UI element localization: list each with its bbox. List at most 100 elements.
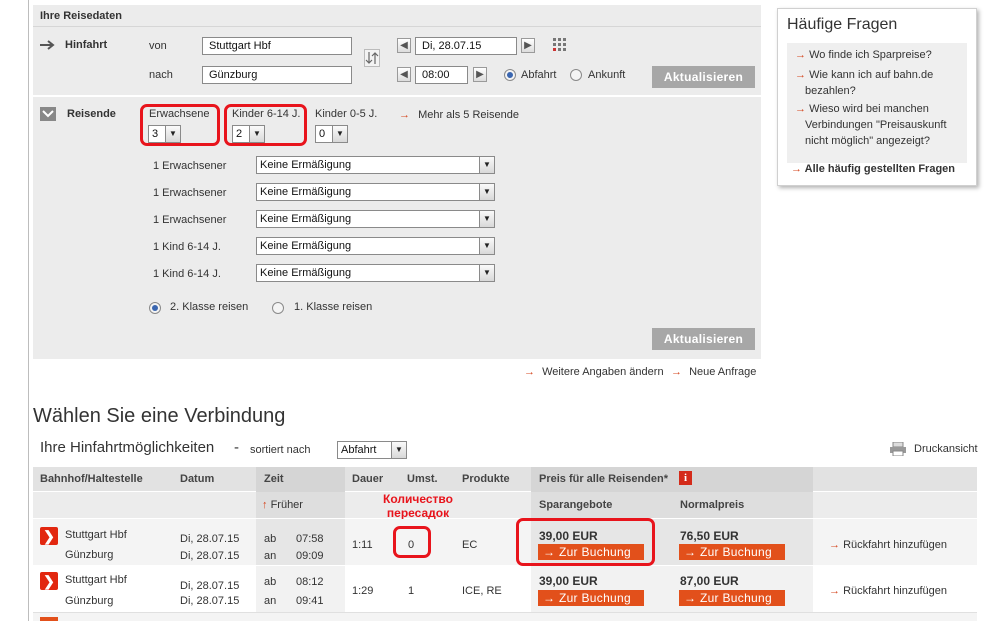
station-to: Günzburg: [65, 595, 114, 607]
arrow-right-icon: →: [795, 69, 806, 81]
time-next-button[interactable]: ▶: [473, 67, 487, 82]
book-spar-button[interactable]: → Zur Buchung: [538, 590, 644, 606]
mehr-reisende-link[interactable]: → Mehr als 5 Reisende: [399, 109, 519, 121]
train-icon: ❯: [40, 527, 58, 545]
discount-select[interactable]: Keine Ermäßigung ▼: [256, 237, 495, 255]
station-from: Stuttgart Hbf: [65, 529, 127, 541]
date-from: Di, 28.07.15: [180, 533, 240, 545]
arrow-right-icon: →: [795, 103, 806, 115]
table-row[interactable]: ❯ Stuttgart Hbf Günzburg Di, 28.07.15 Di…: [33, 519, 977, 565]
arrow-right-icon: →: [524, 366, 535, 378]
faq-list: → Wo finde ich Sparpreise? → Wie kann ic…: [787, 43, 967, 163]
station-to: Günzburg: [65, 549, 114, 561]
results-dash: -: [234, 439, 239, 456]
spar-price: 39,00 EUR: [539, 574, 598, 588]
swap-stations-icon[interactable]: [364, 49, 380, 67]
book-normal-button[interactable]: → Zur Buchung: [679, 544, 785, 560]
info-icon[interactable]: i: [679, 471, 692, 485]
aktualisieren-button-top[interactable]: Aktualisieren: [652, 66, 755, 88]
faq-box: Häufige Fragen → Wo finde ich Sparpreise…: [777, 8, 977, 186]
druckansicht-link[interactable]: Druckansicht: [914, 443, 978, 455]
traveler-label: 1 Kind 6-14 J.: [153, 241, 221, 253]
ab-label: ab: [264, 576, 277, 588]
von-input[interactable]: Stuttgart Hbf: [202, 37, 352, 55]
normal-price: 76,50 EUR: [680, 529, 739, 543]
chevron-down-icon: ▼: [479, 265, 494, 281]
highlight-kinder: [224, 104, 307, 146]
discount-select[interactable]: Keine Ermäßigung ▼: [256, 210, 495, 228]
aktualisieren-button-bottom[interactable]: Aktualisieren: [652, 328, 755, 350]
traveler-label: 1 Erwachsener: [153, 214, 227, 226]
time-input[interactable]: 08:00: [415, 66, 468, 84]
date-input[interactable]: Di, 28.07.15: [415, 37, 517, 55]
reisende-label: Reisende: [67, 108, 116, 120]
klasse2-radio[interactable]: [149, 302, 161, 314]
umst: 1: [408, 585, 415, 597]
klasse1-radio[interactable]: [272, 302, 284, 314]
collapse-icon[interactable]: [40, 107, 56, 121]
neue-anfrage-link[interactable]: → Neue Anfrage: [671, 366, 756, 378]
table-row[interactable]: ❯ Stuttgart Hbf Günzburg Di, 28.07.15 Di…: [33, 566, 977, 612]
date-next-button[interactable]: ▶: [521, 38, 535, 53]
faq-title: Häufige Fragen: [787, 16, 898, 33]
date-to: Di, 28.07.15: [180, 550, 240, 562]
ankunft-label: Ankunft: [588, 69, 626, 81]
arrow-right-icon: →: [829, 539, 840, 551]
discount-select[interactable]: Keine Ermäßigung ▼: [256, 264, 495, 282]
date-prev-button[interactable]: ◀: [397, 38, 411, 53]
arrow-right-icon: →: [684, 591, 697, 605]
results-subtitle: Ihre Hinfahrtmöglichkeiten: [40, 439, 215, 456]
panel-divider: [33, 26, 761, 27]
arrow-right-icon: →: [829, 585, 840, 597]
date-to: Di, 28.07.15: [180, 595, 240, 607]
col-dauer: Dauer: [352, 473, 384, 485]
chevron-down-icon: ▼: [479, 157, 494, 173]
arrow-right-icon: →: [671, 366, 682, 378]
abfahrt-radio[interactable]: [504, 69, 516, 81]
an-label: an: [264, 595, 277, 607]
rueckfahrt-link[interactable]: → Rückfahrt hinzufügen: [829, 585, 947, 597]
arr-time: 09:41: [296, 595, 324, 607]
arrow-right-icon: →: [791, 163, 802, 175]
train-arrow-icon: [40, 40, 58, 50]
col-normal: Normalpreis: [680, 499, 745, 511]
chevron-down-icon: ▼: [479, 238, 494, 254]
faq-all-link[interactable]: → Alle häufig gestellten Fragen: [791, 163, 955, 175]
arrow-up-icon: ↑: [262, 499, 268, 511]
book-normal-button[interactable]: → Zur Buchung: [679, 590, 785, 606]
traveler-label: 1 Erwachsener: [153, 187, 227, 199]
dauer: 1:29: [352, 585, 374, 597]
results-title: Wählen Sie eine Verbindung: [33, 405, 286, 427]
faq-question-link[interactable]: → Wo finde ich Sparpreise?: [795, 47, 932, 63]
nach-input[interactable]: Günzburg: [202, 66, 352, 84]
ab-label: ab: [264, 533, 277, 545]
sort-label: sortiert nach: [250, 444, 311, 456]
frueher-link[interactable]: ↑ Früher: [262, 499, 303, 511]
chevron-down-icon: ▼: [391, 442, 406, 458]
dep-time: 07:58: [296, 533, 324, 545]
reisedaten-header: Ihre Reisedaten: [40, 10, 122, 22]
col-datum: Datum: [180, 473, 215, 485]
col-umst: Umst.: [407, 473, 438, 485]
weitere-angaben-link[interactable]: → Weitere Angaben ändern: [524, 366, 664, 378]
kinder05-select[interactable]: 0 ▼: [315, 125, 348, 143]
ankunft-radio[interactable]: [570, 69, 582, 81]
faq-question-link[interactable]: → Wieso wird bei manchen Verbindungen "P…: [795, 101, 947, 149]
discount-select[interactable]: Keine Ermäßigung ▼: [256, 183, 495, 201]
discount-select[interactable]: Keine Ermäßigung ▼: [256, 156, 495, 174]
traveler-label: 1 Kind 6-14 J.: [153, 268, 221, 280]
chevron-down-icon: ▼: [479, 211, 494, 227]
hinfahrt-label: Hinfahrt: [65, 39, 108, 51]
col-preis: Preis für alle Reisenden*: [539, 473, 668, 485]
arrow-right-icon: →: [399, 109, 410, 121]
time-prev-button[interactable]: ◀: [397, 67, 411, 82]
train-icon: [40, 617, 58, 621]
printer-icon[interactable]: [890, 441, 906, 457]
kinder05-label: Kinder 0-5 J.: [315, 108, 378, 120]
faq-question-link[interactable]: → Wie kann ich auf bahn.de bezahlen?: [795, 67, 933, 99]
calendar-icon[interactable]: [552, 37, 568, 51]
rueckfahrt-link[interactable]: → Rückfahrt hinzufügen: [829, 539, 947, 551]
col-spar: Sparangebote: [539, 499, 613, 511]
dauer: 1:11: [352, 539, 373, 551]
sort-select[interactable]: Abfahrt ▼: [337, 441, 407, 459]
